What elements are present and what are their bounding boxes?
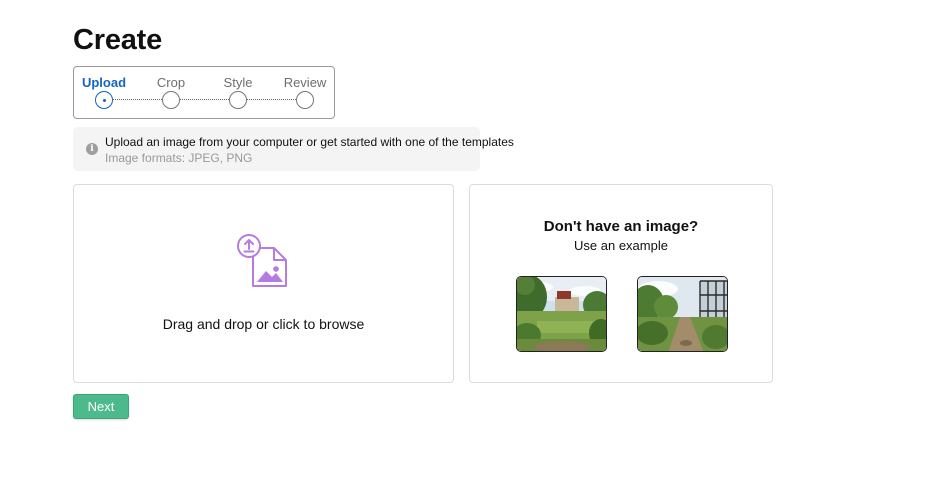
step-review-label[interactable]: Review xyxy=(284,75,327,90)
step-connector xyxy=(247,99,296,100)
step-connector xyxy=(113,99,162,100)
stepper: Upload Crop Style Review xyxy=(73,66,335,119)
example-thumbnail-garden-lawn[interactable] xyxy=(516,276,607,352)
step-connector xyxy=(180,99,229,100)
file-upload-icon xyxy=(237,234,287,287)
step-crop-label[interactable]: Crop xyxy=(157,75,185,90)
info-banner: i Upload an image from your computer or … xyxy=(73,127,514,171)
step-upload-label[interactable]: Upload xyxy=(82,75,126,90)
step-style-label[interactable]: Style xyxy=(224,75,253,90)
example-title: Don't have an image? xyxy=(543,218,699,235)
next-button[interactable]: Next xyxy=(73,394,129,419)
info-formats: Image formats: JPEG, PNG xyxy=(105,151,253,165)
step-review-indicator[interactable] xyxy=(296,91,314,109)
upload-dropzone[interactable]: Drag and drop or click to browse xyxy=(73,184,454,383)
step-style-indicator[interactable] xyxy=(229,91,247,109)
info-message: Upload an image from your computer or ge… xyxy=(105,135,514,149)
info-icon: i xyxy=(86,143,98,155)
step-crop-indicator[interactable] xyxy=(162,91,180,109)
example-panel: Don't have an image? Use an example xyxy=(469,184,773,383)
upload-label: Drag and drop or click to browse xyxy=(162,316,365,332)
example-subtitle: Use an example xyxy=(574,238,668,253)
page-title: Create xyxy=(73,24,163,56)
step-upload-indicator[interactable] xyxy=(95,91,113,109)
example-thumbnail-garden-path[interactable] xyxy=(637,276,728,352)
